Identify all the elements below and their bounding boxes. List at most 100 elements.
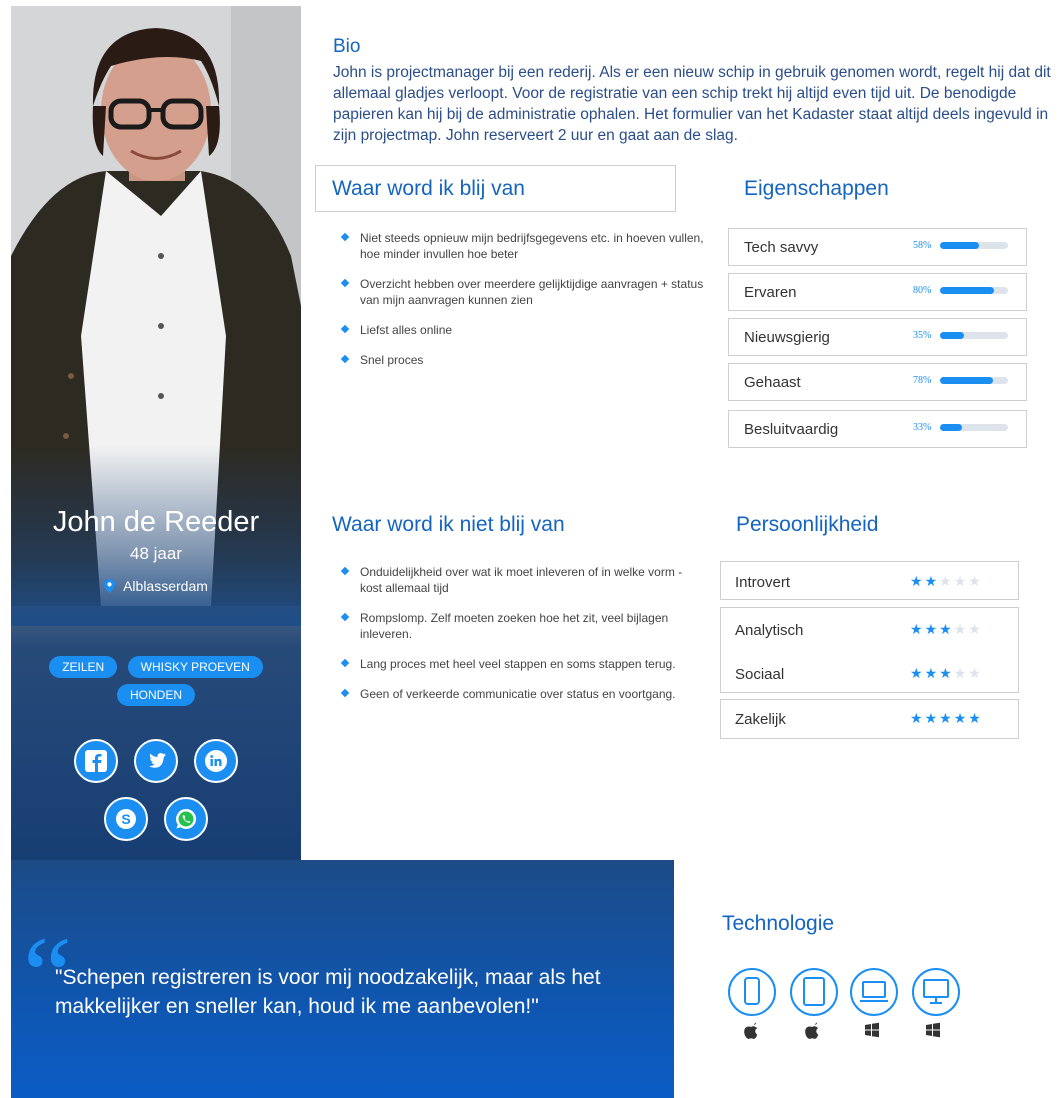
trait-besluitvaardig: Besluitvaardig 33% [728,410,1027,448]
bio-title: Bio [333,36,361,57]
star-empty-icon: ★ [968,665,983,681]
star-filled-icon: ★ [910,710,925,726]
likes-title: Waar word ik blij van [332,177,525,200]
tag-whisky-proeven[interactable]: WHISKY PROEVEN [127,656,263,678]
interest-tags: ZEILEN WHISKY PROEVEN HONDEN [21,656,291,712]
trait-tech-savvy: Tech savvy 58% [728,228,1027,266]
skype-icon[interactable]: S [104,797,148,841]
quote-block: “ "Schepen registreren is voor mij noodz… [11,860,674,1098]
trait-bar-fill [940,332,964,339]
star-filled-icon: ★ [939,621,954,637]
star-filled-icon: ★ [939,665,954,681]
star-empty-icon: ★ [953,665,969,681]
trait-percent: 80% [913,285,932,296]
trait-percent: 33% [913,422,932,433]
trait-bar [940,332,1008,339]
dislikes-list: Onduidelijkheid over wat ik moet inlever… [338,564,693,716]
profile-name: John de Reeder [52,506,260,538]
star-filled-icon: ★ [910,573,925,589]
personality-label: Introvert [735,574,791,591]
star-rating: ★★★★★ [910,621,983,638]
trait-label: Tech savvy [744,239,819,256]
star-empty-icon: ★ [968,621,983,637]
smartphone-icon [728,968,776,1016]
star-filled-icon: ★ [953,710,969,726]
trait-label: Besluitvaardig [744,421,839,438]
quote-text: "Schepen registreren is voor mij noodzak… [55,966,601,1018]
star-empty-icon: ★ [953,621,969,637]
trait-bar-fill [940,424,963,431]
star-empty-icon: ★ [939,573,954,589]
windows-icon [926,1022,940,1038]
star-filled-icon: ★ [924,573,940,589]
whatsapp-icon[interactable] [164,797,208,841]
apple-icon [805,1022,819,1039]
trait-percent: 78% [913,375,932,386]
trait-bar [940,242,1008,249]
list-item: Onduidelijkheid over wat ik moet inlever… [338,564,693,596]
star-filled-icon: ★ [910,621,925,637]
laptop-icon [850,968,898,1016]
star-rating: ★★★★★ [910,573,983,590]
tag-honden[interactable]: HONDEN [116,684,195,706]
twitter-icon[interactable] [134,739,178,783]
star-filled-icon: ★ [968,710,983,726]
dislikes-title: Waar word ik niet blij van [332,513,565,536]
social-links: S [11,739,301,855]
star-filled-icon: ★ [939,710,954,726]
desktop-icon [912,968,960,1016]
list-item: Overzicht hebben over meerdere gelijktij… [338,276,713,308]
technology-title: Technologie [722,912,835,935]
star-empty-icon: ★ [968,573,983,589]
list-item: Geen of verkeerde communicatie over stat… [338,686,693,702]
trait-bar [940,424,1008,431]
list-item: Rompslomp. Zelf moeten zoeken hoe het zi… [338,610,693,642]
trait-gehaast: Gehaast 78% [728,363,1027,401]
trait-label: Gehaast [744,374,801,391]
list-item: Snel proces [338,352,713,368]
star-rating: ★★★★★ [910,710,983,727]
trait-nieuwsgierig: Nieuwsgierig 35% [728,318,1027,356]
trait-bar [940,287,1008,294]
list-item: Liefst alles online [338,322,713,338]
location-pin-icon [104,579,116,593]
windows-icon [865,1022,879,1038]
bio-text: John is projectmanager bij een rederij. … [333,64,1051,144]
profile-age: 48 jaar [130,544,182,563]
star-filled-icon: ★ [924,665,940,681]
star-filled-icon: ★ [910,665,925,681]
star-filled-icon: ★ [924,621,940,637]
likes-list: Niet steeds opnieuw mijn bedrijfsgegeven… [338,230,713,382]
trait-label: Nieuwsgierig [744,329,830,346]
profile-location: Alblasserdam [11,578,301,594]
profile-card: John de Reeder 48 jaar Alblasserdam ZEIL… [11,6,301,860]
personality-label: Sociaal [735,666,785,683]
personality-group: Analytisch ★★★★★ Sociaal ★★★★★ [720,607,1019,693]
tablet-icon [790,968,838,1016]
trait-ervaren: Ervaren 80% [728,273,1027,311]
trait-percent: 35% [913,330,932,341]
personality-label: Zakelijk [735,711,786,728]
personality-label: Analytisch [735,622,804,639]
linkedin-icon[interactable] [194,739,238,783]
traits-title: Eigenschappen [744,177,889,200]
star-filled-icon: ★ [924,710,940,726]
personality-row-zakelijk: Zakelijk ★★★★★ [720,699,1019,739]
trait-bar-fill [940,287,995,294]
star-rating: ★★★★★ [910,665,983,682]
trait-bar-fill [940,377,994,384]
apple-icon [744,1022,758,1039]
facebook-icon[interactable] [74,739,118,783]
star-empty-icon: ★ [953,573,969,589]
trait-label: Ervaren [744,284,797,301]
tag-zeilen[interactable]: ZEILEN [49,656,118,678]
location-text: Alblasserdam [123,578,208,594]
trait-bar [940,377,1008,384]
personality-title: Persoonlijkheid [736,513,879,536]
trait-bar-fill [940,242,980,249]
personality-row-introvert: Introvert ★★★★★ [720,561,1019,600]
list-item: Niet steeds opnieuw mijn bedrijfsgegeven… [338,230,713,262]
svg-text:S: S [121,811,130,827]
trait-percent: 58% [913,240,932,251]
list-item: Lang proces met heel veel stappen en som… [338,656,693,672]
